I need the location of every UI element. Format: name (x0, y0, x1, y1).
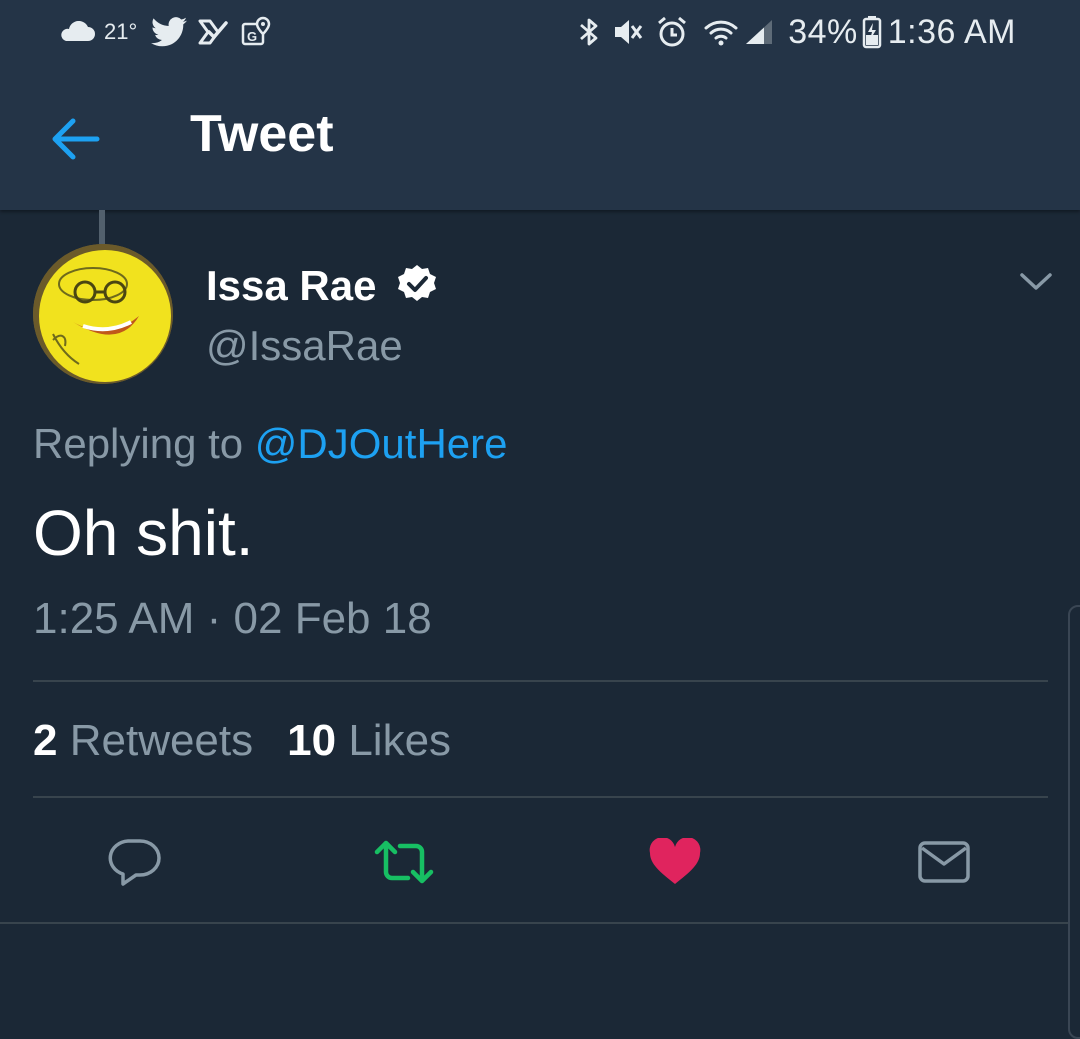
svg-text:G: G (247, 29, 257, 44)
divider (0, 922, 1080, 924)
battery-percent-text: 34% (788, 12, 858, 51)
temperature-text: 21° (104, 19, 138, 44)
avatar[interactable] (33, 244, 173, 384)
maps-pin-icon: G (241, 16, 271, 48)
reply-button[interactable] (102, 830, 166, 894)
retweet-button[interactable] (372, 830, 436, 894)
retweet-icon (373, 838, 435, 886)
retweets-stat[interactable]: 2 Retweets (33, 716, 253, 765)
reply-bubble-icon (106, 837, 162, 887)
page-title: Tweet (190, 105, 334, 163)
author-name[interactable]: Issa Rae (206, 262, 376, 310)
chevron-down-icon[interactable] (1016, 266, 1056, 298)
status-bar-right: 34% 1:36 AM (578, 12, 1016, 52)
scrollbar[interactable] (1068, 605, 1080, 1039)
tasks-check-icon (197, 17, 229, 47)
replying-to-label: Replying to (33, 420, 244, 467)
thread-connector-line (99, 210, 105, 244)
verified-badge-icon (396, 263, 438, 305)
wifi-icon (704, 18, 738, 46)
divider (33, 680, 1048, 682)
likes-stat[interactable]: 10 Likes (287, 716, 451, 765)
retweet-count: 2 (33, 716, 58, 765)
clock-text: 1:36 AM (887, 12, 1016, 51)
like-label: Likes (348, 716, 452, 765)
divider (33, 796, 1048, 798)
like-count: 10 (287, 716, 337, 765)
twitter-bird-icon (151, 17, 188, 47)
replying-to: Replying to @DJOutHere (33, 420, 508, 468)
envelope-icon (917, 839, 971, 885)
replying-to-handle-link[interactable]: @DJOutHere (255, 420, 508, 467)
tweet-timestamp: 1:25 AM · 02 Feb 18 (33, 594, 432, 643)
mute-icon (612, 17, 644, 47)
toolbar: Tweet (0, 66, 1080, 210)
arrow-left-icon (49, 117, 101, 161)
tweet-text: Oh shit. (33, 497, 254, 569)
direct-message-button[interactable] (912, 830, 976, 894)
tweet-stats: 2 Retweets 10 Likes (33, 716, 451, 766)
status-bar: 21° G 34% 1:36 AM (0, 0, 1080, 66)
retweet-label: Retweets (69, 716, 254, 765)
signal-icon (744, 18, 774, 46)
like-button[interactable] (643, 830, 707, 894)
back-button[interactable] (44, 108, 106, 170)
author-handle[interactable]: @IssaRae (206, 322, 403, 370)
app-bar: 21° G 34% 1:36 AM Tweet (0, 0, 1080, 210)
bluetooth-icon (578, 16, 600, 48)
status-bar-left: 21° G (58, 12, 271, 52)
heart-icon (648, 838, 702, 886)
cloud-icon (58, 21, 96, 43)
alarm-icon (656, 16, 688, 48)
battery-charging-icon (862, 15, 882, 49)
